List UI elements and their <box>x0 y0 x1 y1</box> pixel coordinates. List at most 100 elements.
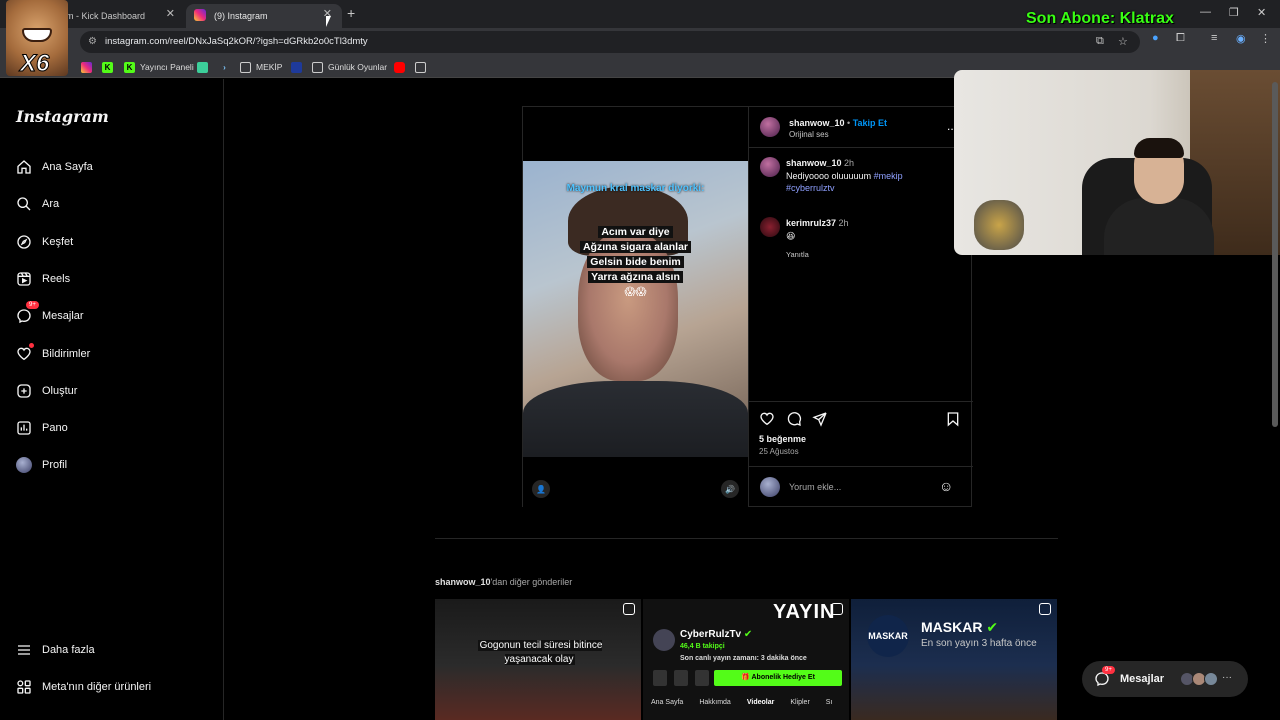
username-link[interactable]: shanwow_10 <box>789 118 845 128</box>
divider <box>749 147 973 148</box>
media-control-icon[interactable]: ≡ <box>1211 32 1217 44</box>
avatar <box>760 477 780 497</box>
nav-search[interactable]: Ara <box>16 193 59 215</box>
bookmark-star-icon[interactable]: ☆ <box>1118 35 1128 48</box>
post-header-user: shanwow_10 • Takip Et <box>789 118 888 128</box>
instagram-logo[interactable]: Instagram <box>16 107 109 126</box>
reply-link[interactable]: Yanıtla <box>786 250 809 259</box>
gift-sub-button: 🎁 Abonelik Hediye Et <box>714 670 842 686</box>
nav-create[interactable]: Oluştur <box>16 380 77 402</box>
channel-followers: 46,4 B takipçi <box>680 643 725 650</box>
heart-icon <box>674 670 688 686</box>
messages-pill[interactable]: 9+ Mesajlar ··· <box>1082 661 1248 697</box>
username-link[interactable]: kerimrulz37 <box>786 218 836 228</box>
post-date: 25 Ağustos <box>759 447 799 456</box>
sound-icon[interactable]: 🔊 <box>721 480 739 498</box>
bookmark-label: MEKİP <box>256 62 283 72</box>
nav-label: Profil <box>42 459 68 471</box>
nav-more[interactable]: Daha fazla <box>16 639 95 661</box>
install-app-icon[interactable]: ⧉ <box>1096 35 1104 48</box>
avatar[interactable] <box>760 157 780 177</box>
youtube-icon <box>394 61 405 73</box>
bookmark-yayinci-paneli[interactable]: K Yayıncı Paneli <box>124 60 194 74</box>
nav-explore[interactable]: Keşfet <box>16 231 73 253</box>
bookmark-prime[interactable]: › <box>219 60 235 74</box>
follow-button[interactable]: Takip Et <box>853 118 887 128</box>
hashtag-link[interactable]: #mekip <box>874 171 903 181</box>
puzzle-icon[interactable]: ⧠ <box>1176 32 1185 45</box>
nav-notifications[interactable]: Bildirimler <box>16 343 90 365</box>
url-text[interactable]: instagram.com/reel/DNxJaSq2kOR/?igsh=dGR… <box>105 36 368 47</box>
extension-icon[interactable]: ● <box>1152 32 1159 44</box>
messages-badge: 9+ <box>1102 666 1115 674</box>
reel-icon <box>831 603 843 615</box>
bookmark-label: Yayıncı Paneli <box>140 62 194 72</box>
owner-link[interactable]: shanwow_10 <box>435 577 491 587</box>
nav-dashboard[interactable]: Pano <box>16 417 68 439</box>
avatar[interactable] <box>760 117 780 137</box>
likes-count[interactable]: 5 beğenme <box>759 434 806 444</box>
page-scrollbar[interactable] <box>1272 82 1278 427</box>
tagged-user-icon[interactable]: 👤 <box>532 480 550 498</box>
more-post-thumb[interactable]: Gogonun tecil süresi bitince yaşanacak o… <box>435 599 641 720</box>
profile-icon[interactable]: ◉ <box>1236 32 1246 45</box>
caption-time: 2h <box>844 158 855 168</box>
messages-label: Mesajlar <box>1120 673 1165 685</box>
bookmark-gunluk-oyunlar[interactable]: Günlük Oyunlar <box>312 60 387 74</box>
restore-icon[interactable]: ❐ <box>1229 6 1239 19</box>
plus-square-icon <box>17 384 31 398</box>
like-heart-icon[interactable] <box>759 411 775 427</box>
avatar[interactable] <box>760 217 780 237</box>
bookmark-blue[interactable] <box>291 60 307 74</box>
emoji-icon[interactable]: ☺ <box>939 478 953 494</box>
reel-video[interactable]: Maymun kral maskar diyorki: Acım var diy… <box>523 161 748 457</box>
nav-profile[interactable]: Profil <box>16 454 67 476</box>
channel-name: MASKAR ✔ <box>921 619 999 635</box>
bookmark-image[interactable] <box>415 60 431 74</box>
caption-user: shanwow_10 2h <box>786 158 854 168</box>
play-icon: › <box>223 62 226 72</box>
heart-icon <box>17 347 31 361</box>
messages-badge: 9+ <box>26 301 39 309</box>
nav-label: Oluştur <box>42 385 78 397</box>
bookmark-youtube[interactable] <box>394 60 410 74</box>
nav-label: Meta'nın diğer ürünleri <box>42 681 152 693</box>
nav-reels[interactable]: Reels <box>16 268 70 290</box>
reel-media[interactable]: Maymun kral maskar diyorki: Acım var diy… <box>523 107 748 507</box>
menu-icon[interactable]: ⋮ <box>1260 32 1271 45</box>
instagram-bookmark[interactable] <box>81 60 97 74</box>
nav-messages[interactable]: 9+ Mesajlar <box>16 301 84 327</box>
omnibox[interactable]: ⚙ instagram.com/reel/DNxJaSq2kOR/?igsh=d… <box>80 31 1140 53</box>
comment-icon[interactable] <box>786 411 802 427</box>
bookmark-mekip[interactable]: MEKİP <box>240 60 282 74</box>
new-tab-button[interactable]: + <box>347 5 355 21</box>
share-icon[interactable] <box>812 411 828 427</box>
emote-overlay: X6 <box>6 0 68 76</box>
more-post-thumb[interactable]: MASKAR MASKAR ✔ En son yayın 3 hafta önc… <box>851 599 1057 720</box>
tab-kick-dashboard[interactable]: m - Kick Dashboard ✕ <box>60 4 185 28</box>
hashtag-link[interactable]: #cyberrulztv <box>786 183 835 193</box>
more-icon: ··· <box>1222 672 1232 683</box>
close-window-icon[interactable]: ✕ <box>1257 6 1266 19</box>
comment-user: kerimrulz37 2h <box>786 218 849 228</box>
site-info-icon[interactable]: ⚙ <box>88 36 100 48</box>
kick-icon: K <box>102 61 113 73</box>
nav-home[interactable]: Ana Sayfa <box>16 156 93 178</box>
save-bookmark-icon[interactable] <box>945 411 961 427</box>
comment-input[interactable]: Yorum ekle... <box>789 482 841 492</box>
minimize-icon[interactable]: — <box>1200 6 1211 18</box>
hamburger-icon <box>18 645 30 655</box>
nav-label: Daha fazla <box>42 644 95 656</box>
tab-instagram[interactable]: (9) Instagram ✕ <box>186 4 342 28</box>
nav-label: Ara <box>42 198 60 210</box>
bookmark-app[interactable] <box>197 60 213 74</box>
app-icon <box>197 61 208 73</box>
kick-bookmark[interactable]: K <box>102 60 118 74</box>
video-coat <box>523 381 748 457</box>
close-icon[interactable]: ✕ <box>166 7 175 20</box>
more-post-thumb[interactable]: YAYIN CyberRulzTv ✔ 46,4 B takipçi Son c… <box>643 599 849 720</box>
audio-label[interactable]: Orijinal ses <box>789 130 829 139</box>
username-link[interactable]: shanwow_10 <box>786 158 842 168</box>
nav-meta-products[interactable]: Meta'nın diğer ürünleri <box>16 676 151 698</box>
kick-icon: K <box>124 61 135 73</box>
